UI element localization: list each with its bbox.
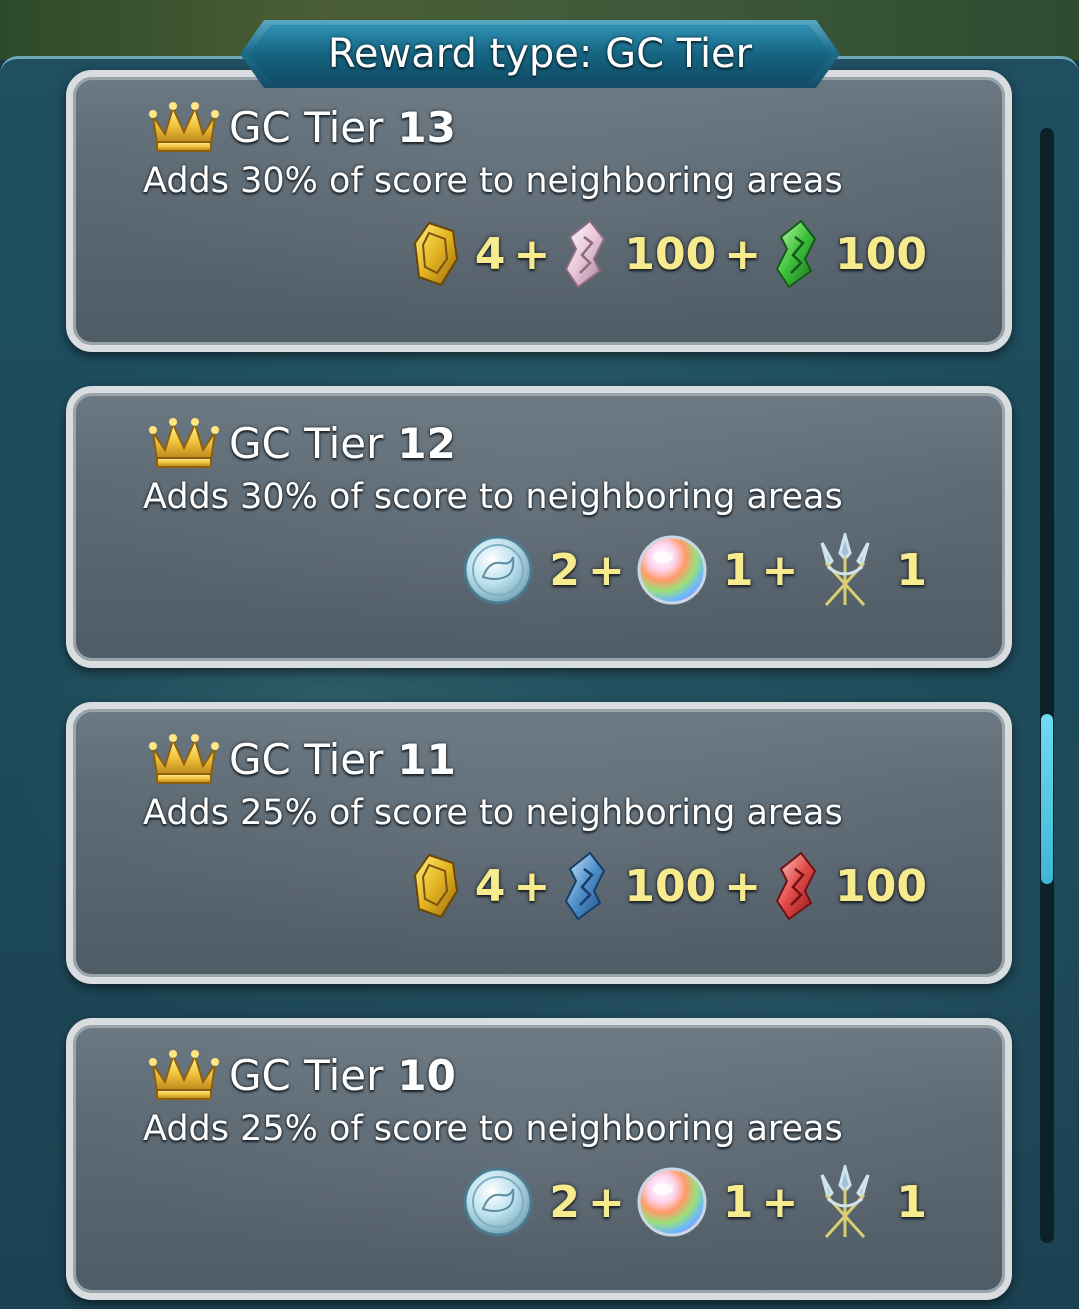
gold-badge-icon bbox=[413, 221, 458, 287]
tier-label: GC Tier bbox=[229, 102, 384, 152]
tier-card: GC Tier 12 Adds 30% of score to neighbor… bbox=[66, 386, 1012, 668]
reward-count: 100 bbox=[835, 860, 927, 912]
reward-list: 4 + 100 + 100 bbox=[411, 217, 935, 291]
plus-sign: + bbox=[588, 544, 625, 596]
tier-label: GC Tier bbox=[229, 1050, 384, 1100]
reward-count: 100 bbox=[624, 860, 717, 912]
gold-badge-icon bbox=[413, 853, 458, 919]
tier-number: 13 bbox=[397, 102, 456, 152]
plus-sign: + bbox=[588, 1176, 625, 1228]
crown-icon bbox=[149, 102, 219, 152]
tier-number: 12 bbox=[397, 418, 456, 468]
trident-icon bbox=[820, 1165, 870, 1239]
title-banner: Reward type: GC Tier bbox=[248, 25, 832, 83]
tier-description: Adds 30% of score to neighboring areas bbox=[143, 161, 843, 201]
reward-count: 4 bbox=[474, 228, 506, 280]
reward-list: 2 + 1 + 1 bbox=[461, 1165, 935, 1239]
reward-count: 2 bbox=[549, 544, 580, 596]
red-shard-icon bbox=[775, 851, 817, 921]
plus-sign: + bbox=[761, 544, 799, 596]
scrollbar-track[interactable] bbox=[1040, 128, 1054, 1243]
reward-count: 100 bbox=[624, 228, 717, 280]
tier-card: GC Tier 13 Adds 30% of score to neighbor… bbox=[66, 70, 1012, 352]
tier-label: GC Tier bbox=[229, 734, 384, 784]
tier-description: Adds 25% of score to neighboring areas bbox=[143, 793, 843, 833]
blue-shard-icon bbox=[565, 851, 606, 921]
tier-number: 11 bbox=[397, 734, 456, 784]
crown-icon bbox=[149, 1050, 219, 1100]
crown-icon bbox=[149, 734, 219, 784]
plus-sign: + bbox=[724, 228, 762, 280]
rainbow-orb-icon bbox=[637, 1167, 707, 1237]
tier-heading: GC Tier 12 bbox=[149, 413, 456, 473]
tier-heading: GC Tier 13 bbox=[149, 97, 456, 157]
page-title: Reward type: GC Tier bbox=[327, 31, 753, 77]
trident-icon bbox=[820, 533, 870, 607]
tier-card: GC Tier 11 Adds 25% of score to neighbor… bbox=[66, 702, 1012, 984]
tier-label: GC Tier bbox=[229, 418, 384, 468]
tier-heading: GC Tier 11 bbox=[149, 729, 456, 789]
reward-count: 100 bbox=[835, 228, 927, 280]
crown-icon bbox=[149, 418, 219, 468]
plus-sign: + bbox=[513, 228, 551, 280]
plus-sign: + bbox=[513, 860, 551, 912]
reward-count: 1 bbox=[896, 1176, 927, 1228]
reward-list: 4 + 100 + 100 bbox=[411, 849, 935, 923]
tier-number: 10 bbox=[397, 1050, 456, 1100]
green-shard-icon bbox=[775, 219, 817, 289]
plus-sign: + bbox=[724, 860, 762, 912]
reward-count: 1 bbox=[722, 1176, 754, 1228]
tier-description: Adds 30% of score to neighboring areas bbox=[143, 477, 843, 517]
tier-heading: GC Tier 10 bbox=[149, 1045, 456, 1105]
tier-card: GC Tier 10 Adds 25% of score to neighbor… bbox=[66, 1018, 1012, 1300]
reward-count: 2 bbox=[549, 1176, 580, 1228]
silver-coin-icon bbox=[463, 1167, 533, 1237]
rainbow-orb-icon bbox=[637, 535, 707, 605]
reward-count: 1 bbox=[896, 544, 927, 596]
reward-list: 2 + 1 + 1 bbox=[461, 533, 935, 607]
silver-coin-icon bbox=[463, 535, 533, 605]
reward-count: 1 bbox=[722, 544, 754, 596]
plus-sign: + bbox=[761, 1176, 799, 1228]
tier-description: Adds 25% of score to neighboring areas bbox=[143, 1109, 843, 1149]
reward-count: 4 bbox=[474, 860, 506, 912]
pink-shard-icon bbox=[565, 219, 606, 289]
scrollbar-thumb[interactable] bbox=[1041, 713, 1053, 884]
